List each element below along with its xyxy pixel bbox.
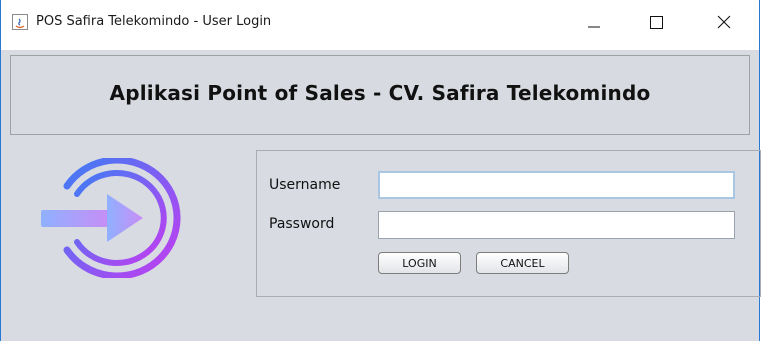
username-field[interactable]: [378, 171, 735, 199]
login-button[interactable]: LOGIN: [378, 252, 461, 274]
close-button[interactable]: [701, 0, 747, 50]
app-banner: Aplikasi Point of Sales - CV. Safira Tel…: [10, 55, 750, 135]
login-icon: [41, 156, 181, 280]
cancel-button[interactable]: CANCEL: [476, 252, 569, 274]
username-label: Username: [269, 177, 341, 193]
minimize-icon: [588, 26, 600, 28]
title-bar: POS Safira Telekomindo - User Login: [1, 0, 759, 50]
maximize-icon: [650, 16, 663, 29]
password-label: Password: [269, 216, 335, 232]
minimize-button[interactable]: [571, 0, 617, 50]
login-logo: [39, 156, 209, 282]
java-app-icon: [12, 14, 28, 30]
login-window: POS Safira Telekomindo - User Login Apli…: [0, 0, 761, 341]
window-title: POS Safira Telekomindo - User Login: [36, 14, 272, 29]
close-icon: [717, 15, 731, 29]
login-form: Username Password LOGIN CANCEL: [256, 150, 761, 297]
maximize-button[interactable]: [633, 0, 679, 50]
password-field[interactable]: [378, 211, 735, 239]
banner-title: Aplikasi Point of Sales - CV. Safira Tel…: [109, 81, 651, 105]
